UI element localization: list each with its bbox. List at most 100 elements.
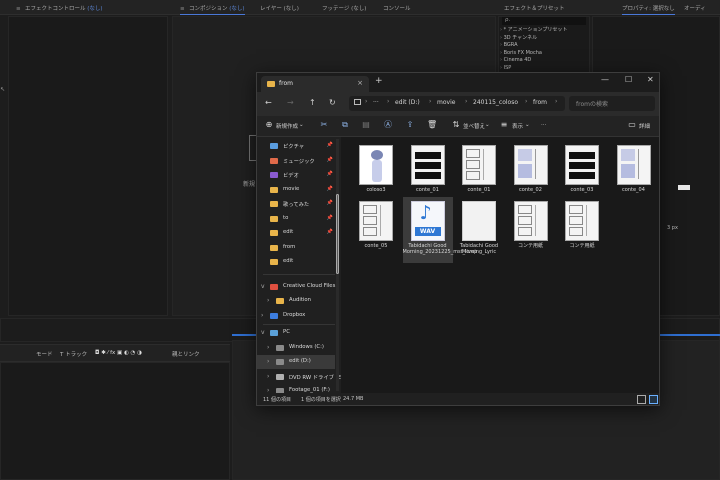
sidebar-item-quick[interactable]: to 📌 [257, 212, 335, 226]
file-item[interactable]: conte_01 [454, 141, 504, 195]
minimize-button[interactable]: — [601, 75, 609, 84]
file-item[interactable]: コンテ用紙 [506, 197, 556, 251]
close-window-button[interactable]: ✕ [647, 75, 654, 84]
pin-icon[interactable]: 📌 [327, 215, 333, 221]
back-arrow-icon[interactable]: ← [265, 98, 272, 107]
pin-icon[interactable]: 📌 [327, 186, 333, 192]
maximize-button[interactable]: ☐ [625, 75, 632, 84]
more-options-button[interactable]: ··· [541, 122, 546, 128]
scrollbar-thumb[interactable] [336, 194, 339, 274]
panel-figure [620, 149, 635, 161]
new-chevron-icon[interactable]: ⌄ [299, 122, 304, 128]
sidebar-item-tree[interactable]: › Audition [257, 294, 335, 308]
file-item[interactable]: ♪ WAV Tabidachi Good Morning_20231225_mst_… [402, 197, 477, 263]
effects-item[interactable]: Boris FX Mocha [500, 50, 590, 58]
effect-controls-tab[interactable]: ≡ エフェクトコントロール (なし) [16, 4, 103, 12]
sidebar-item-label: edit [283, 258, 294, 264]
rename-icon[interactable]: Ⓐ [383, 120, 393, 130]
effects-item[interactable]: ISP [500, 65, 590, 73]
tab-from[interactable]: from × [261, 76, 369, 92]
sidebar-item-quick[interactable]: from [257, 241, 335, 255]
paste-icon[interactable]: ▤ [361, 120, 371, 130]
details-button[interactable]: 詳細 [639, 122, 650, 130]
pin-icon[interactable]: 📌 [327, 200, 333, 206]
pin-icon[interactable]: 📌 [327, 171, 333, 177]
effects-item[interactable]: BGRA [500, 42, 590, 50]
address-bar[interactable]: › ··· › edit (D:) › movie › 240115_colos… [349, 96, 565, 111]
details-view-button[interactable] [637, 395, 646, 404]
sort-button[interactable]: 並べ替え [463, 122, 485, 130]
effects-item[interactable]: * アニメーションプリセット [500, 27, 590, 35]
navigation-scrollbar[interactable] [336, 139, 339, 391]
expand-chevron-icon[interactable]: › [267, 373, 269, 380]
file-item[interactable]: Tabidachi Good Morning_Lyric [454, 197, 504, 255]
console-tab[interactable]: コンソール [383, 4, 411, 12]
audio-tab[interactable]: オーディ [684, 4, 706, 12]
pin-icon[interactable]: 📌 [327, 157, 333, 163]
new-button[interactable]: 新規作成 [276, 122, 298, 130]
breadcrumb-movie[interactable]: movie [437, 99, 455, 106]
sidebar-item-quick[interactable]: edit [257, 255, 335, 269]
expand-chevron-icon[interactable]: v [261, 329, 265, 336]
file-item[interactable]: conte_04 [609, 141, 659, 195]
file-item[interactable]: conte_03 [557, 141, 607, 195]
sidebar-item-quick[interactable]: movie 📌 [257, 183, 335, 197]
search-input[interactable]: fromの検索 [569, 96, 655, 111]
expand-chevron-icon[interactable]: › [261, 312, 263, 319]
sidebar-item-tree[interactable]: › Footage_01 (F:) [257, 384, 335, 393]
sidebar-item-tree[interactable]: › Windows (C:) [257, 341, 335, 355]
sidebar-item-quick[interactable]: ミュージック 📌 [257, 154, 335, 168]
large-icons-view-button[interactable] [649, 395, 658, 404]
breadcrumb-chevron-icon: › [465, 98, 468, 105]
refresh-icon[interactable]: ↻ [329, 98, 336, 107]
sidebar-item-tree[interactable]: › DVD RW ドライブ (E:) S [257, 370, 341, 384]
breadcrumb-chevron-icon: › [387, 98, 390, 105]
footage-tab[interactable]: フッテージ (なし) [322, 4, 366, 12]
effects-search-input[interactable]: ρ. [502, 17, 586, 25]
cut-icon[interactable]: ✂ [319, 120, 329, 130]
redacted-bar [569, 162, 595, 169]
folder-icon [270, 215, 278, 222]
delete-icon[interactable]: 🗑 [427, 120, 437, 130]
file-item[interactable]: conte_01 [403, 141, 453, 195]
view-chevron-icon[interactable]: ⌄ [525, 122, 530, 128]
new-tab-button[interactable]: + [375, 76, 383, 86]
sidebar-item-quick[interactable]: 歌ってみた 📌 [257, 197, 335, 211]
file-item[interactable]: coloso3 [351, 141, 401, 195]
breadcrumb-from[interactable]: from [533, 99, 547, 106]
file-item[interactable]: conte_02 [506, 141, 556, 195]
breadcrumb-240115-coloso[interactable]: 240115_coloso [473, 99, 518, 106]
pin-icon[interactable]: 📌 [327, 142, 333, 148]
copy-icon[interactable]: ⧉ [340, 120, 350, 130]
view-button[interactable]: 表示 [512, 122, 523, 130]
breadcrumb-overflow[interactable]: ··· [373, 99, 379, 106]
new-icon: ⊕ [265, 120, 273, 129]
sort-chevron-icon[interactable]: ⌄ [485, 122, 490, 128]
sidebar-item-quick[interactable]: ビデオ 📌 [257, 168, 335, 182]
expand-chevron-icon[interactable]: v [261, 283, 265, 290]
effects-item[interactable]: 3D チャンネル [500, 35, 590, 43]
expand-chevron-icon[interactable]: › [267, 358, 269, 365]
file-item[interactable]: コンテ用紙 [557, 197, 607, 251]
share-icon[interactable]: ⇪ [405, 120, 415, 130]
sidebar-item-quick[interactable]: ピクチャ 📌 [257, 139, 335, 153]
pin-icon[interactable]: 📌 [327, 229, 333, 235]
sidebar-item-tree[interactable]: v Creative Cloud Files [257, 280, 335, 294]
panel-frame [569, 216, 583, 225]
composition-tab[interactable]: ≡ コンポジション (なし) [180, 4, 245, 15]
sidebar-item-tree[interactable]: › Dropbox [257, 309, 335, 323]
effects-item[interactable]: Cinema 4D [500, 57, 590, 65]
properties-tab[interactable]: プロパティ: 選択なし [622, 4, 675, 15]
forward-arrow-icon[interactable]: → [287, 98, 294, 107]
sidebar-item-tree[interactable]: › edit (D:) [257, 355, 335, 369]
sidebar-item-tree[interactable]: v PC [257, 326, 335, 340]
up-arrow-icon[interactable]: ↑ [309, 98, 316, 107]
expand-chevron-icon[interactable]: › [267, 344, 269, 351]
effects-presets-tab[interactable]: エフェクト＆プリセット [504, 4, 565, 12]
close-tab-icon[interactable]: × [357, 79, 363, 87]
layer-tab[interactable]: レイヤー (なし) [260, 4, 299, 12]
breadcrumb-edit-d[interactable]: edit (D:) [395, 99, 420, 106]
sidebar-item-quick[interactable]: edit 📌 [257, 226, 335, 240]
expand-chevron-icon[interactable]: › [267, 297, 269, 304]
file-item[interactable]: conte_05 [351, 197, 401, 251]
